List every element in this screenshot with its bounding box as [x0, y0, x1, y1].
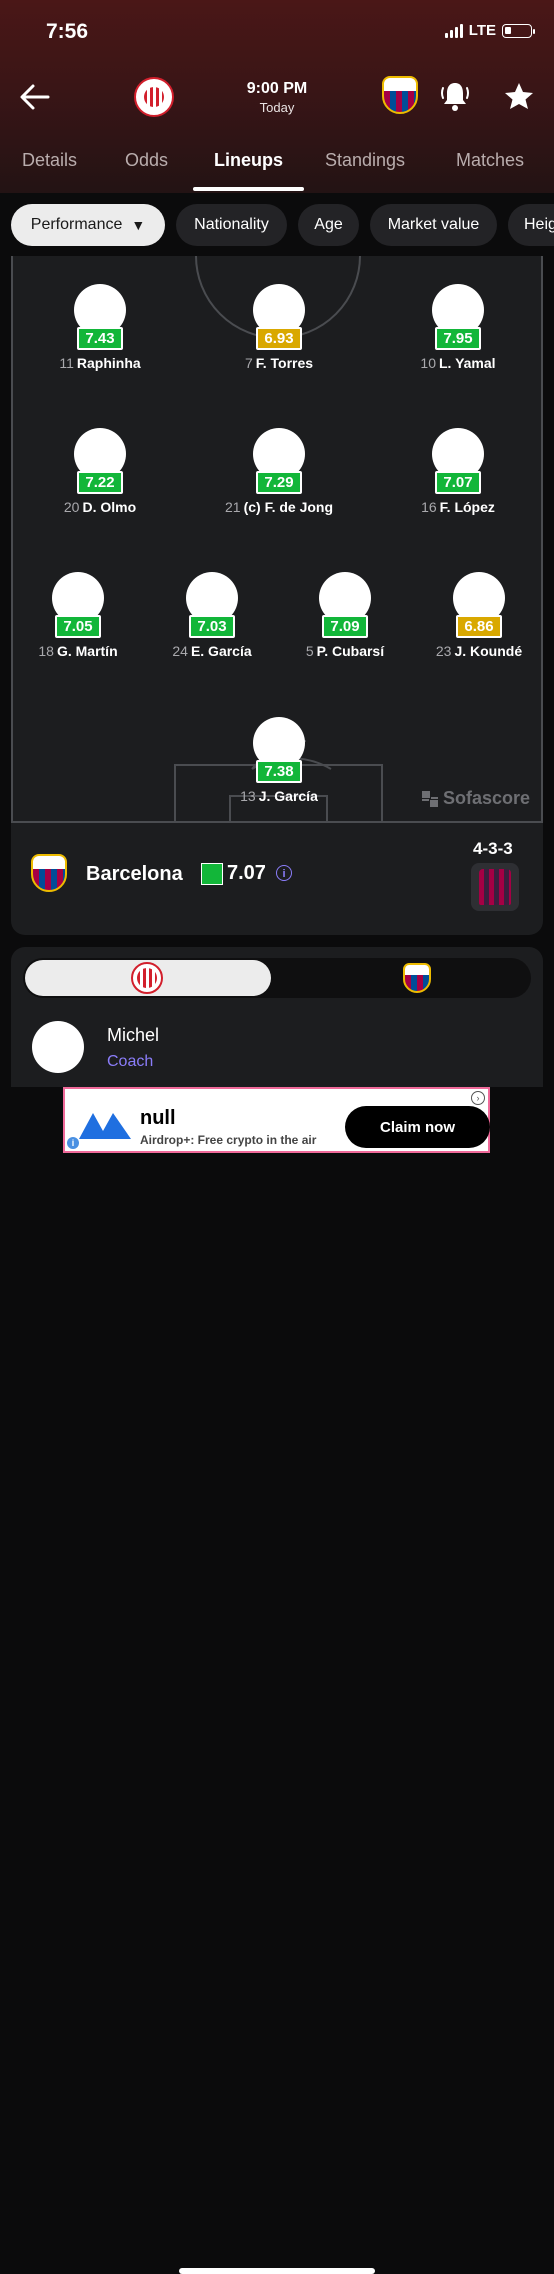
- player-card[interactable]: 6.93 7 F. Torres: [219, 284, 339, 371]
- player-name: 21 (c) F. de Jong: [224, 499, 334, 515]
- player-rating: 6.86: [456, 615, 502, 638]
- ad-info-icon[interactable]: i: [67, 1137, 79, 1149]
- match-time: 9:00 PM Today: [230, 80, 324, 115]
- ad-logo-icon: [79, 1113, 131, 1139]
- player-card[interactable]: 7.38 13 J. García: [219, 717, 339, 804]
- tab-odds[interactable]: Odds: [125, 150, 168, 171]
- ad-close-icon[interactable]: ›: [471, 1091, 485, 1105]
- match-day: Today: [259, 100, 295, 115]
- lineup-pitch: 7.43 11 Raphinha 6.93 7 F. Torres 7.95 10 L…: [11, 256, 543, 823]
- status-time: 7:56: [46, 20, 89, 43]
- player-card[interactable]: 6.86 23 J. Koundé: [419, 572, 539, 659]
- player-card[interactable]: 7.09 5 P. Cubarsí: [285, 572, 405, 659]
- home-indicator: [179, 2268, 375, 2274]
- team-crest: [31, 854, 67, 892]
- chip-height[interactable]: Heig: [508, 204, 554, 246]
- info-icon[interactable]: i: [276, 865, 292, 881]
- team-rating-badge: [201, 863, 223, 885]
- player-card[interactable]: 7.29 21 (c) F. de Jong: [219, 428, 339, 515]
- filter-chips: Performance ▼ Nationality Age Market val…: [0, 204, 554, 246]
- player-name: 11 Raphinha: [59, 355, 141, 371]
- team-rating: 7.07: [227, 862, 266, 884]
- star-icon[interactable]: [503, 80, 535, 112]
- player-card[interactable]: 7.43 11 Raphinha: [40, 284, 160, 371]
- coach-role: Coach: [107, 1053, 154, 1070]
- player-rating: 7.43: [77, 327, 123, 350]
- player-name: 24 E. García: [172, 643, 252, 659]
- chip-performance[interactable]: Performance ▼: [11, 204, 165, 246]
- player-rating: 7.07: [435, 471, 481, 494]
- player-name: 20 D. Olmo: [63, 499, 137, 515]
- match-header: 7:56 LTE 9:00 PM Today Details Odds Line…: [0, 0, 554, 193]
- formation: 4-3-3: [473, 839, 513, 858]
- match-tabs: Details Odds Lineups Standings Matches: [0, 140, 554, 193]
- chip-age[interactable]: Age: [298, 204, 359, 246]
- caret-down-icon: ▼: [131, 217, 146, 233]
- kickoff-time: 9:00 PM: [246, 80, 308, 97]
- team-summary-card: Barcelona 7.07 i 4-3-3: [11, 823, 543, 935]
- player-name: 23 J. Koundé: [435, 643, 523, 659]
- coach-name[interactable]: Michel: [107, 1025, 159, 1046]
- player-card[interactable]: 7.05 18 G. Martín: [18, 572, 138, 659]
- sofascore-logo-icon: [422, 790, 438, 807]
- claim-now-button[interactable]: Claim now: [345, 1106, 490, 1148]
- status-indicators: LTE: [444, 22, 535, 39]
- player-name: 7 F. Torres: [244, 355, 314, 371]
- chip-performance-label: Performance: [30, 216, 123, 233]
- player-name: 18 G. Martín: [38, 643, 118, 659]
- active-tab-indicator: [193, 187, 304, 191]
- player-rating: 7.09: [322, 615, 368, 638]
- away-team-crest[interactable]: [403, 963, 431, 993]
- player-card[interactable]: 7.22 20 D. Olmo: [40, 428, 160, 515]
- ad-banner[interactable]: null Airdrop+: Free crypto in the air Cl…: [63, 1087, 490, 1153]
- chip-market-value[interactable]: Market value: [370, 204, 497, 246]
- player-name: 10 L. Yamal: [420, 355, 496, 371]
- home-team-crest[interactable]: [134, 77, 174, 117]
- tab-matches[interactable]: Matches: [456, 150, 524, 171]
- team-toggle[interactable]: [23, 958, 531, 998]
- coach-avatar[interactable]: [32, 1021, 84, 1073]
- player-rating: 7.05: [55, 615, 101, 638]
- player-name: 13 J. García: [240, 788, 318, 804]
- ad-title: null: [140, 1107, 176, 1129]
- network-label: LTE: [468, 22, 496, 39]
- bell-icon[interactable]: [440, 79, 470, 113]
- player-rating: 6.93: [256, 327, 302, 350]
- sofascore-watermark: Sofascore: [421, 788, 530, 809]
- chip-nationality[interactable]: Nationality: [176, 204, 287, 246]
- player-name: 16 F. López: [421, 499, 495, 515]
- player-rating: 7.03: [189, 615, 235, 638]
- player-card[interactable]: 7.03 24 E. García: [152, 572, 272, 659]
- home-team-crest: [131, 962, 163, 994]
- away-team-crest[interactable]: [382, 76, 418, 114]
- back-arrow-icon[interactable]: [18, 80, 52, 114]
- player-card[interactable]: 7.07 16 F. López: [398, 428, 518, 515]
- player-name: 5 P. Cubarsí: [305, 643, 385, 659]
- tab-lineups[interactable]: Lineups: [214, 150, 283, 171]
- ad-bar: null Airdrop+: Free crypto in the air Cl…: [0, 1087, 554, 2274]
- battery-icon: [502, 23, 535, 38]
- player-rating: 7.29: [256, 471, 302, 494]
- jersey-icon: [471, 863, 519, 911]
- signal-icon: [444, 23, 463, 38]
- player-rating: 7.95: [435, 327, 481, 350]
- player-card[interactable]: 7.95 10 L. Yamal: [398, 284, 518, 371]
- tab-details[interactable]: Details: [22, 150, 77, 171]
- tab-standings[interactable]: Standings: [325, 150, 405, 171]
- coach-card: Michel Coach: [11, 947, 543, 1087]
- team-name: Barcelona: [86, 863, 183, 885]
- player-rating: 7.22: [77, 471, 123, 494]
- ad-subtitle: Airdrop+: Free crypto in the air: [140, 1133, 317, 1147]
- player-rating: 7.38: [256, 760, 302, 783]
